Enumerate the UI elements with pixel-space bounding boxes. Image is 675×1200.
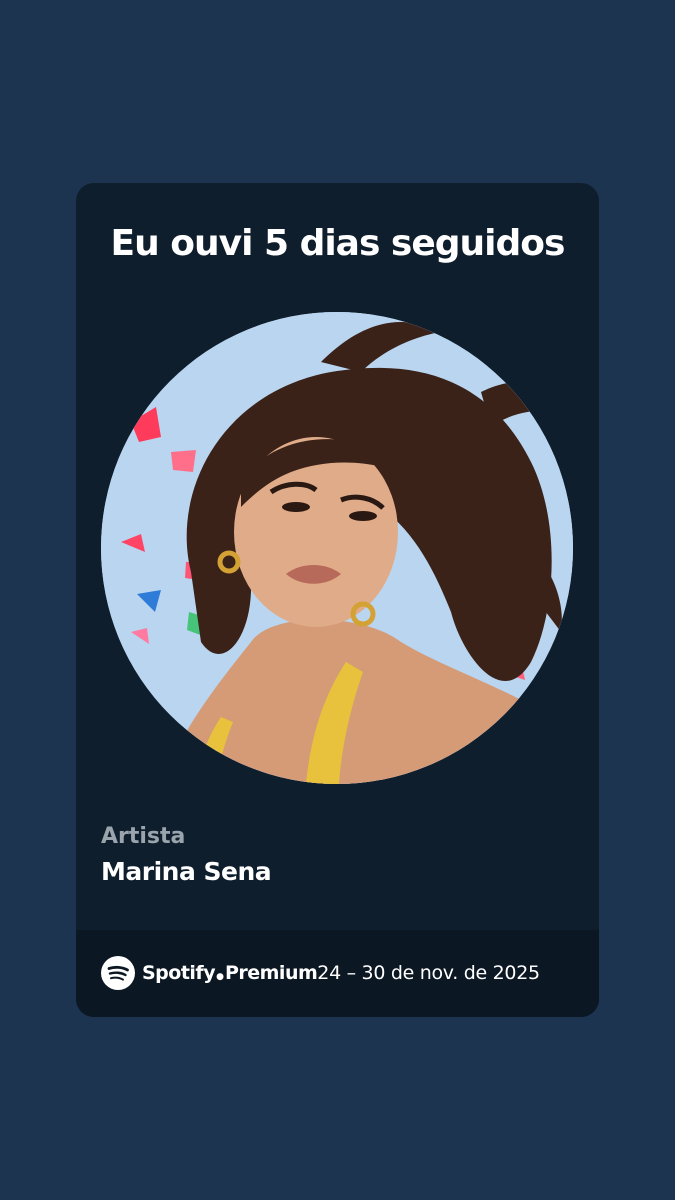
brand-row: Spotify ● Premium 24 – 30 de nov. de 202… — [101, 956, 540, 990]
card-footer: Spotify ● Premium 24 – 30 de nov. de 202… — [76, 930, 599, 1017]
artist-label: Artista — [101, 824, 186, 849]
brand-name: Spotify — [142, 962, 216, 984]
brand-separator-icon: ● — [216, 972, 224, 982]
spotify-logo-icon — [101, 956, 135, 990]
date-range: 24 – 30 de nov. de 2025 — [317, 962, 540, 984]
brand-tier: Premium — [224, 962, 318, 984]
artist-photo — [101, 312, 573, 784]
artist-name: Marina Sena — [101, 857, 272, 886]
headline: Eu ouvi 5 dias seguidos — [110, 223, 566, 264]
